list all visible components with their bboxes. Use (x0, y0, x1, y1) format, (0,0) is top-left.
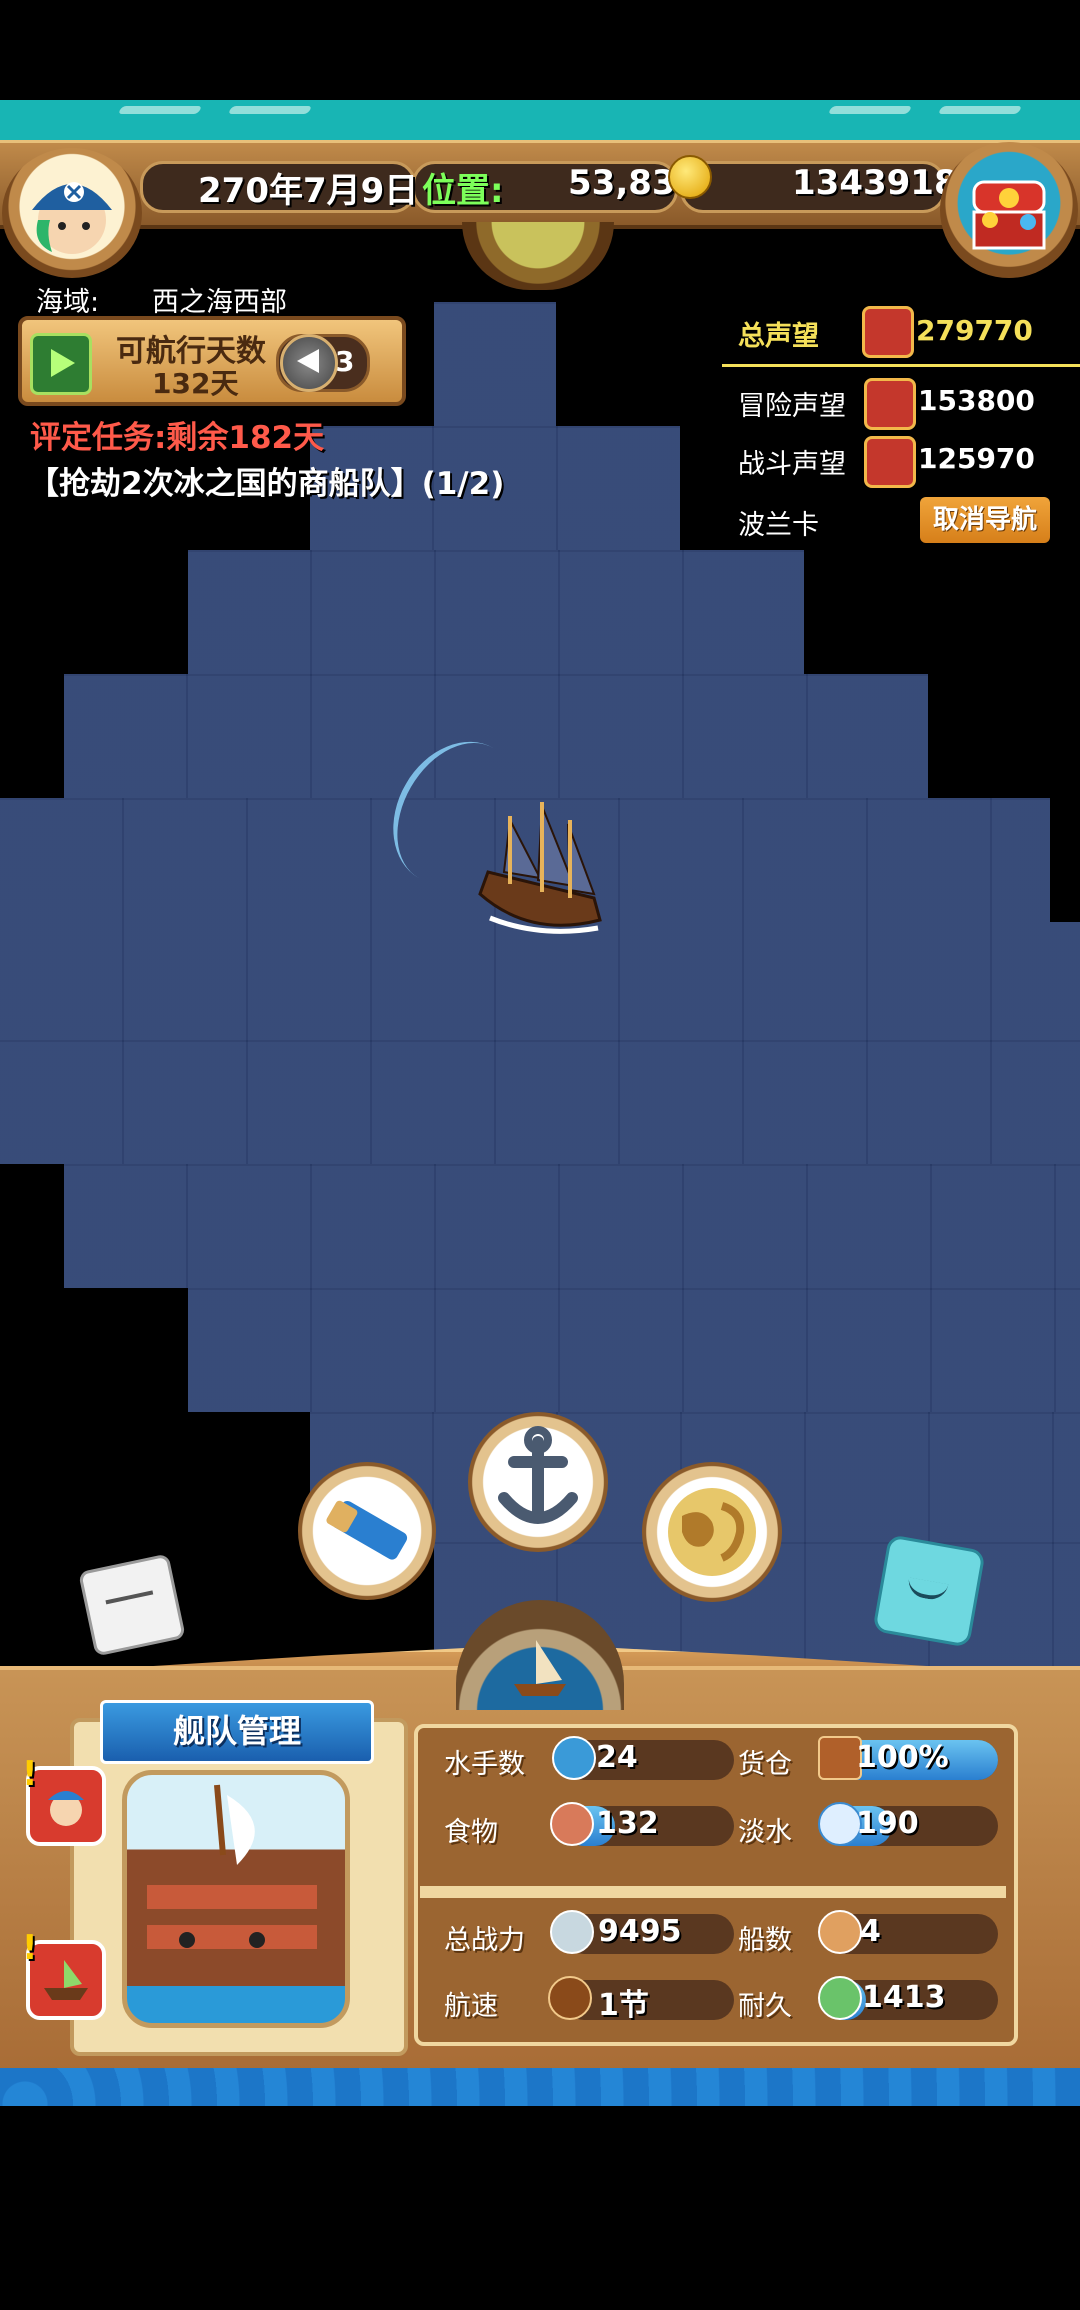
crossed-swords-icon (550, 1910, 594, 1954)
adventure-reputation-label: 冒险声望 (738, 391, 846, 422)
combat-reputation-label: 战斗声望 (738, 449, 846, 480)
combat-reputation-value: 125970 (918, 442, 1035, 475)
sailors-label: 水手数 (444, 1749, 525, 1780)
sea-area-name: 西之海西部 (152, 287, 287, 318)
cat-face (905, 1577, 949, 1603)
durability-label: 耐久 (738, 1991, 792, 2022)
date-text: 270年7月9日 (198, 171, 419, 211)
stats-divider (420, 1886, 1006, 1898)
reputation-divider (722, 364, 1080, 367)
pirate-captain-icon (32, 182, 112, 254)
alert-icon: ! (22, 1754, 38, 1794)
sailors-value: 24 (596, 1740, 638, 1775)
sea-tile-area (64, 1164, 1080, 1288)
player-ship-icon[interactable] (470, 798, 610, 938)
speed-label: 航速 (444, 1991, 498, 2022)
compass-icon (280, 334, 338, 392)
adventure-reputation-value: 153800 (918, 384, 1035, 417)
ship-cutaway-icon (147, 1784, 317, 1949)
sea-tile-area (434, 302, 556, 426)
anchor-icon (498, 1426, 578, 1524)
ship-count-value: 4 (860, 1914, 881, 1949)
ship-hull-icon (818, 1976, 862, 2020)
top-decor-band (0, 100, 1080, 140)
sea-tile-area (0, 922, 1080, 1164)
combat-power-label: 总战力 (444, 1925, 525, 1956)
water-label: 淡水 (738, 1817, 792, 1848)
total-reputation-value: 279770 (916, 314, 1033, 347)
power-emblem-icon (862, 306, 914, 358)
band-stripe (117, 106, 203, 114)
water-value: 190 (856, 1806, 919, 1841)
world-globe-ornament (462, 222, 614, 290)
band-stripe (937, 106, 1023, 114)
sailable-days-value: 132天 (152, 367, 239, 400)
cyan-cat-mascot-icon[interactable] (872, 1534, 986, 1648)
durability-value: 1413 (862, 1980, 946, 2015)
ship-upgrade-icon (44, 1960, 88, 2000)
flagship-portrait[interactable] (122, 1770, 350, 2028)
ship-count-label: 船数 (738, 1925, 792, 1956)
sailing-ship-icon (514, 1640, 566, 1696)
treasure-chest-icon (972, 180, 1046, 250)
crew-sailor-button[interactable]: ! (22, 1754, 106, 1846)
ship-repair-button[interactable]: ! (22, 1928, 106, 2020)
cancel-navigation-button[interactable]: 取消导航 (920, 497, 1050, 543)
cargo-label: 货仓 (738, 1749, 792, 1780)
sea-tile-area (188, 1288, 1080, 1412)
food-label: 食物 (444, 1817, 498, 1848)
spyglass-button[interactable] (298, 1462, 436, 1600)
band-stripe (227, 106, 313, 114)
treasure-chest-button[interactable] (940, 142, 1078, 278)
mission-deadline: 评定任务:剩余182天 (30, 420, 325, 456)
ship-wheel-emblem-icon (864, 378, 916, 430)
spyglass-icon (326, 1500, 408, 1560)
ocean-wave-strip (0, 2068, 1080, 2106)
combat-power-value: 9495 (598, 1914, 682, 1949)
status-bar: 270年7月9日 位置: 53,83 1343918 (0, 140, 1080, 229)
sailor-head-icon (552, 1736, 596, 1780)
sailor-icon (48, 1791, 84, 1826)
position-value: 53,83 (568, 163, 676, 203)
sea-tile-area (188, 550, 804, 674)
anchor-button[interactable] (468, 1412, 608, 1552)
ship-wheel-emblem[interactable] (456, 1600, 624, 1710)
destination-name: 波兰卡 (738, 510, 819, 541)
gold-coin-icon (668, 155, 712, 199)
small-ship-icon (818, 1910, 862, 1954)
cargo-value: 100% (856, 1740, 949, 1775)
speed-value: 1节 (598, 1988, 649, 2023)
sea-area-label: 海域: (36, 287, 100, 318)
globe-map-icon (668, 1488, 756, 1576)
play-icon[interactable] (30, 333, 92, 395)
band-stripe (827, 106, 913, 114)
world-map-button[interactable] (642, 1462, 782, 1602)
mascot-eyes (105, 1590, 155, 1609)
total-reputation-label: 总声望 (738, 321, 819, 352)
captain-avatar[interactable] (2, 148, 142, 278)
food-value: 132 (596, 1806, 659, 1841)
meat-icon (550, 1802, 594, 1846)
mission-task[interactable]: 【抢劫2次冰之国的商船队】(1/2) (28, 458, 504, 503)
sailing-speed-icon (548, 1976, 592, 2020)
fleet-management-title[interactable]: 舰队管理 (100, 1700, 374, 1764)
alert-icon: ! (22, 1928, 38, 1968)
crossed-swords-emblem-icon (864, 436, 916, 488)
gold-value: 1343918 (792, 163, 958, 203)
white-cube-mascot-icon[interactable] (78, 1553, 186, 1657)
position-label: 位置: (422, 171, 504, 211)
